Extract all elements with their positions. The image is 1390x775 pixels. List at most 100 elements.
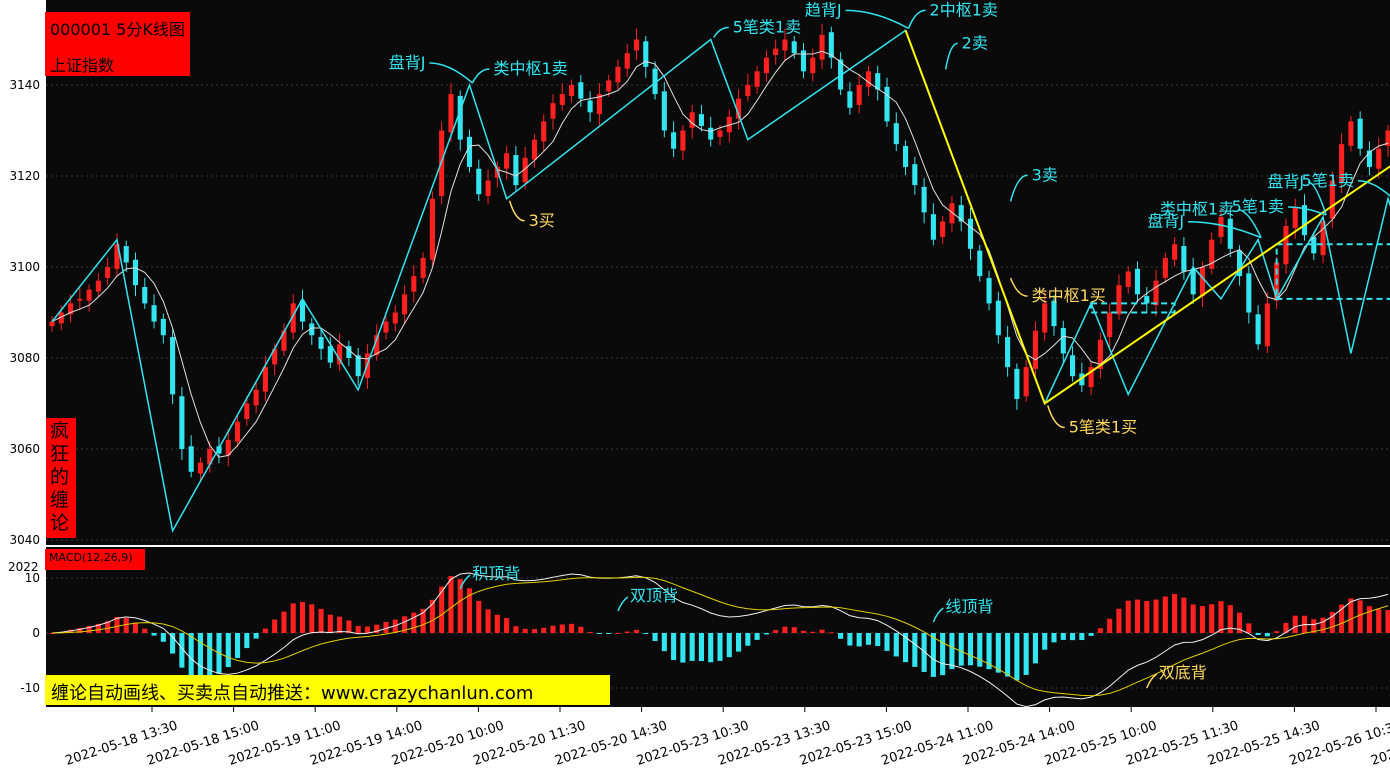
candle-body xyxy=(569,85,575,96)
macd-bar xyxy=(875,633,881,646)
candle-body xyxy=(1032,330,1038,369)
macd-bar xyxy=(299,601,306,633)
macd-bar xyxy=(1005,633,1011,677)
macd-bar xyxy=(578,626,584,633)
candle-body xyxy=(559,94,565,106)
annotation-label: 5笔类1卖 xyxy=(733,18,801,37)
candle-body xyxy=(402,294,408,315)
candle-body xyxy=(160,318,166,336)
candle-body xyxy=(847,91,853,108)
candle-body xyxy=(383,321,389,333)
candle-body xyxy=(717,130,723,137)
macd-bar xyxy=(1107,618,1113,633)
candle-body xyxy=(865,71,871,87)
macd-bar xyxy=(1246,623,1252,633)
macd-bar xyxy=(1060,633,1066,640)
promo-text: 缠论自动画线、买卖点自动推送：www.crazychanlun.com xyxy=(51,683,534,704)
candle-body xyxy=(244,403,250,419)
candle-body xyxy=(1162,257,1168,278)
macd-bar xyxy=(708,633,714,663)
macd-annotation-label: 线顶背 xyxy=(945,597,993,616)
macd-bar xyxy=(197,633,203,681)
candle-body xyxy=(810,57,816,74)
price-tick-label: 3040 xyxy=(9,533,40,547)
macd-bar xyxy=(235,633,241,659)
candle-body xyxy=(1292,207,1298,228)
candle-body xyxy=(1246,273,1252,313)
macd-bar xyxy=(318,608,324,633)
candle-body xyxy=(782,39,788,51)
candle-body xyxy=(132,259,139,286)
macd-bar xyxy=(262,628,268,633)
macd-bar xyxy=(865,633,871,645)
macd-bar xyxy=(763,633,769,635)
candle-body xyxy=(253,389,259,406)
candle-body xyxy=(86,289,92,301)
candle-body xyxy=(476,168,482,195)
candle-body xyxy=(661,91,667,131)
candle-body xyxy=(800,50,807,72)
macd-bar xyxy=(253,633,259,639)
macd-bar xyxy=(773,630,779,633)
macd-bar xyxy=(151,633,157,636)
macd-annotation-label: 双顶背 xyxy=(630,586,678,605)
macd-bar xyxy=(1209,604,1215,633)
candle-body xyxy=(1153,280,1159,306)
macd-bar xyxy=(429,599,435,633)
macd-bar xyxy=(1264,633,1270,637)
macd-bar xyxy=(160,633,166,642)
candle-body xyxy=(912,164,918,186)
macd-bar xyxy=(1134,599,1141,633)
promo-banner[interactable]: 缠论自动画线、买卖点自动推送：www.crazychanlun.com xyxy=(45,675,610,705)
macd-bar xyxy=(977,633,983,667)
macd-bar xyxy=(1292,615,1298,633)
macd-bar xyxy=(596,633,602,634)
macd-bar xyxy=(1079,633,1085,641)
annotation-label: 2中枢1卖 xyxy=(930,0,998,19)
candle-body xyxy=(893,123,899,145)
candle-body xyxy=(708,127,714,140)
macd-bar xyxy=(838,633,844,639)
candle-body xyxy=(1181,246,1187,272)
brand-box: 疯狂的缠论 xyxy=(46,418,76,538)
candle-body xyxy=(411,276,417,292)
macd-bar xyxy=(272,619,278,633)
macd-bar xyxy=(967,633,974,666)
macd-bar xyxy=(281,611,287,633)
candle-body xyxy=(633,39,640,51)
candle-body xyxy=(1199,267,1205,297)
macd-annotation-label: 积顶背 xyxy=(472,564,520,583)
macd-bar xyxy=(448,576,454,633)
candle-body xyxy=(1144,296,1150,304)
candle-body xyxy=(485,180,491,197)
candle-body xyxy=(457,95,463,140)
annotation-label: 3买 xyxy=(529,211,555,230)
candle-body xyxy=(1255,314,1261,345)
macd-bar xyxy=(1357,600,1363,633)
candle-body xyxy=(884,86,890,122)
macd-bar xyxy=(541,627,547,633)
macd-bar xyxy=(1070,633,1076,641)
candle-body xyxy=(95,280,101,292)
macd-bar xyxy=(782,626,788,633)
macd-bar xyxy=(132,622,139,633)
macd-bar xyxy=(754,633,760,640)
candle-body xyxy=(986,277,992,304)
macd-bar xyxy=(1199,606,1205,633)
annotation-label: 趋背J xyxy=(805,0,842,19)
macd-bar xyxy=(661,633,667,652)
macd-bar xyxy=(569,623,575,633)
macd-bar xyxy=(1023,633,1029,675)
candle-body xyxy=(773,48,779,55)
candle-body xyxy=(142,287,148,304)
macd-bar xyxy=(504,618,510,633)
macd-bar xyxy=(485,609,491,633)
macd-bar xyxy=(995,633,1001,673)
candle-body xyxy=(940,221,946,237)
price-tick-label: 3120 xyxy=(9,169,40,183)
macd-tick-label: 0 xyxy=(32,626,40,640)
annotation-label: 盘背J xyxy=(1267,172,1304,191)
macd-bar xyxy=(346,620,352,633)
macd-label-box: MACD(12,26,9) xyxy=(45,549,145,570)
macd-bar xyxy=(958,633,964,666)
